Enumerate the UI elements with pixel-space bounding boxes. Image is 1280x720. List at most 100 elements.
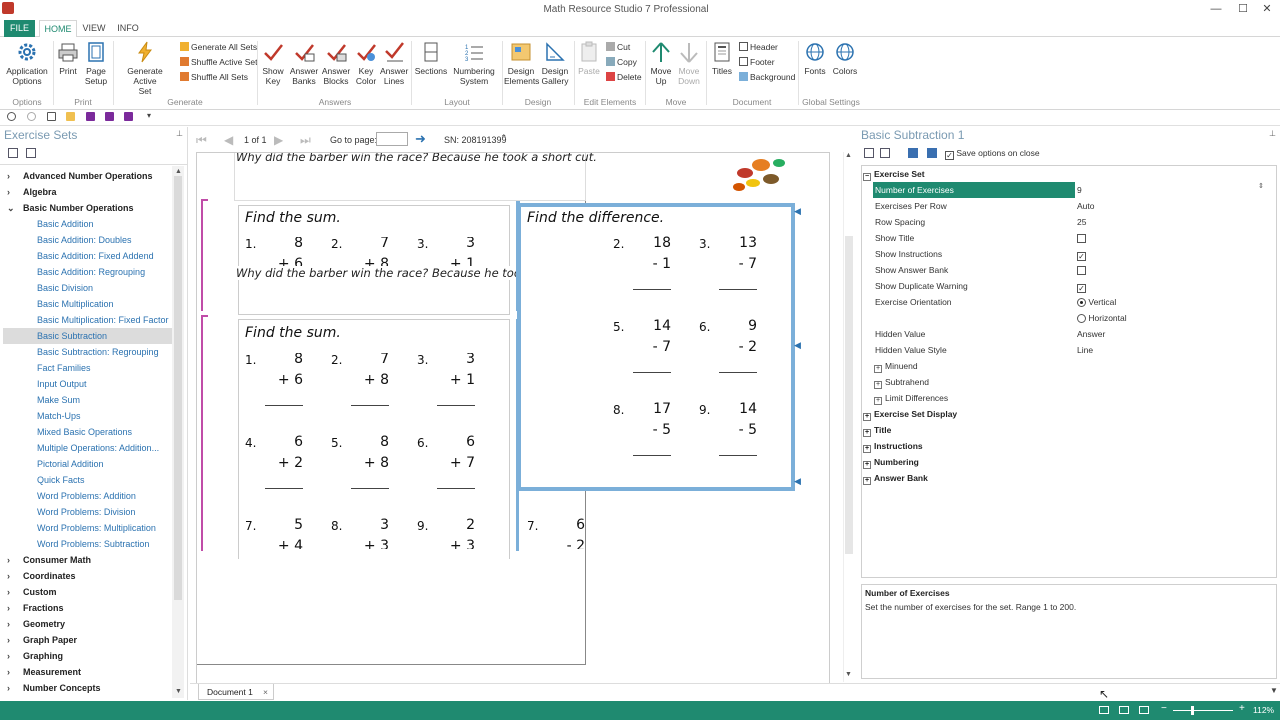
tree-category[interactable]: › Graph Paper	[3, 632, 173, 648]
checkbox-checked[interactable]: ✓	[1077, 284, 1086, 293]
alphabetical-view-icon[interactable]	[880, 148, 890, 158]
expand-icon[interactable]: +	[874, 365, 882, 373]
move-up-button[interactable]: Move Up	[648, 41, 674, 86]
goto-page-input[interactable]	[376, 132, 408, 146]
pin-icon[interactable]: ⊥	[176, 129, 183, 138]
radio-horizontal[interactable]	[1077, 314, 1086, 323]
zoom-out-icon[interactable]: −	[1161, 703, 1167, 714]
section-instructions[interactable]: + Instructions	[863, 438, 923, 454]
maximize-button[interactable]: ☐	[1232, 0, 1254, 20]
property-checkbox[interactable]	[1077, 262, 1086, 278]
save-on-close-option[interactable]: ✓ Save options on close	[945, 148, 1040, 160]
tree-category[interactable]: › Number Concepts	[3, 680, 173, 696]
minimize-button[interactable]: —	[1205, 0, 1227, 20]
chevron-down-icon[interactable]: ⌄	[7, 200, 23, 216]
group-minuend[interactable]: + Minuend	[874, 358, 918, 374]
move-down-button[interactable]: Move Down	[676, 41, 702, 86]
checkbox-unchecked[interactable]	[1077, 234, 1086, 243]
key-color-button[interactable]: Key Color	[353, 41, 379, 86]
section-exercise-set[interactable]: − Exercise Set	[863, 166, 925, 182]
property-checkbox[interactable]: ✓	[1077, 246, 1086, 262]
fonts-button[interactable]: Fonts	[801, 41, 829, 76]
orientation-horizontal[interactable]: Horizontal	[1077, 310, 1127, 326]
chevron-right-icon[interactable]: ›	[7, 664, 23, 680]
tree-category[interactable]: › Measurement	[3, 664, 173, 680]
property-value[interactable]: Auto	[1077, 198, 1095, 214]
handle-arrow-icon[interactable]: ◀	[794, 341, 801, 351]
tree-category[interactable]: › Graphing	[3, 648, 173, 664]
tree-item[interactable]: Basic Multiplication	[3, 296, 173, 312]
chevron-right-icon[interactable]: ›	[7, 616, 23, 632]
tree-item[interactable]: Mixed Basic Operations	[3, 424, 173, 440]
group-subtrahend[interactable]: + Subtrahend	[874, 374, 929, 390]
expand-icon[interactable]: +	[863, 477, 871, 485]
load-settings-icon[interactable]	[927, 148, 937, 158]
tree-item[interactable]: Make Sum	[3, 392, 173, 408]
tab-view[interactable]: VIEW	[79, 20, 109, 37]
property-row[interactable]: Show Answer Bank	[861, 262, 1267, 278]
expand-all-icon[interactable]	[26, 148, 36, 158]
redo-icon[interactable]	[27, 112, 36, 121]
show-key-button[interactable]: Show Key	[260, 41, 286, 86]
zoom-slider-thumb[interactable]	[1191, 706, 1194, 715]
tree-item[interactable]: Word Problems: Division	[3, 504, 173, 520]
generate-all-sets-button[interactable]: Generate All Sets	[180, 42, 257, 52]
expand-icon[interactable]: +	[874, 381, 882, 389]
application-options-button[interactable]: Application Options	[4, 41, 50, 86]
tree-item[interactable]: Basic Addition: Doubles	[3, 232, 173, 248]
sections-button[interactable]: Sections	[414, 41, 448, 76]
background-button[interactable]: Background	[739, 72, 795, 82]
checkbox-unchecked[interactable]	[1077, 266, 1086, 275]
zoom-in-icon[interactable]: +	[1239, 703, 1245, 714]
go-arrow-icon[interactable]: ➜	[415, 131, 426, 147]
save-icon[interactable]	[86, 112, 95, 121]
expand-icon[interactable]: +	[863, 445, 871, 453]
scroll-down-arrow-icon[interactable]: ▼	[175, 688, 182, 695]
tree-item[interactable]: Basic Division	[3, 280, 173, 296]
print-button[interactable]: Print	[56, 41, 80, 76]
tree-item[interactable]: Basic Addition	[3, 216, 173, 232]
chevron-right-icon[interactable]: ›	[7, 600, 23, 616]
open-folder-icon[interactable]	[66, 112, 75, 121]
tree-item[interactable]: Quick Facts	[3, 472, 173, 488]
previous-page-icon[interactable]: ◀	[224, 133, 233, 147]
tree-category[interactable]: › Custom	[3, 584, 173, 600]
group-limit-differences[interactable]: + Limit Differences	[874, 390, 948, 406]
design-elements-button[interactable]: Design Elements	[504, 41, 539, 86]
property-row[interactable]: Show Title	[861, 230, 1267, 246]
pin-icon[interactable]: ⊥	[1269, 129, 1276, 138]
orientation-vertical[interactable]: Vertical	[1077, 294, 1116, 310]
tree-item[interactable]: Fact Families	[3, 360, 173, 376]
property-row[interactable]: Number of Exercises 9	[861, 182, 1267, 198]
titles-button[interactable]: Titles	[708, 41, 736, 76]
hidden-value[interactable]: Answer	[1077, 326, 1105, 342]
tree-category[interactable]: › Coordinates	[3, 568, 173, 584]
tree-category[interactable]: › Advanced Number Operations	[3, 168, 173, 184]
property-row[interactable]: Show Duplicate Warning ✓	[861, 278, 1267, 294]
design-gallery-button[interactable]: Design Gallery	[540, 41, 570, 86]
document-canvas[interactable]: Why did the barber win the race? Because…	[196, 152, 830, 684]
shuffle-all-sets-button[interactable]: Shuffle All Sets	[180, 72, 248, 82]
cut-button[interactable]: Cut	[606, 42, 630, 52]
tree-category[interactable]: › Geometry	[3, 616, 173, 632]
tree-item[interactable]: Basic Addition: Fixed Addend	[3, 248, 173, 264]
section-title[interactable]: + Title	[863, 422, 891, 438]
chevron-right-icon[interactable]: ›	[7, 584, 23, 600]
close-tab-icon[interactable]: ×	[263, 684, 268, 700]
center-scrollbar-thumb[interactable]	[845, 236, 853, 554]
last-page-icon[interactable]: ⏭	[300, 133, 311, 148]
handle-arrow-icon[interactable]: ◀	[794, 477, 801, 487]
tree-category[interactable]: › Fractions	[3, 600, 173, 616]
expand-icon[interactable]: +	[874, 397, 882, 405]
tree-item[interactable]: Multiple Operations: Addition...	[3, 440, 173, 456]
tree-item[interactable]: Match-Ups	[3, 408, 173, 424]
categorized-view-icon[interactable]	[864, 148, 874, 158]
chevron-right-icon[interactable]: ›	[7, 168, 23, 184]
tree-item[interactable]: Word Problems: Addition	[3, 488, 173, 504]
chevron-up-icon[interactable]: ⌃	[500, 133, 508, 144]
property-row[interactable]: Show Instructions ✓	[861, 246, 1267, 262]
chevron-right-icon[interactable]: ›	[7, 552, 23, 568]
new-document-icon[interactable]	[47, 112, 56, 121]
property-row[interactable]: Exercises Per Row Auto	[861, 198, 1267, 214]
left-scrollbar-thumb[interactable]	[174, 176, 182, 600]
